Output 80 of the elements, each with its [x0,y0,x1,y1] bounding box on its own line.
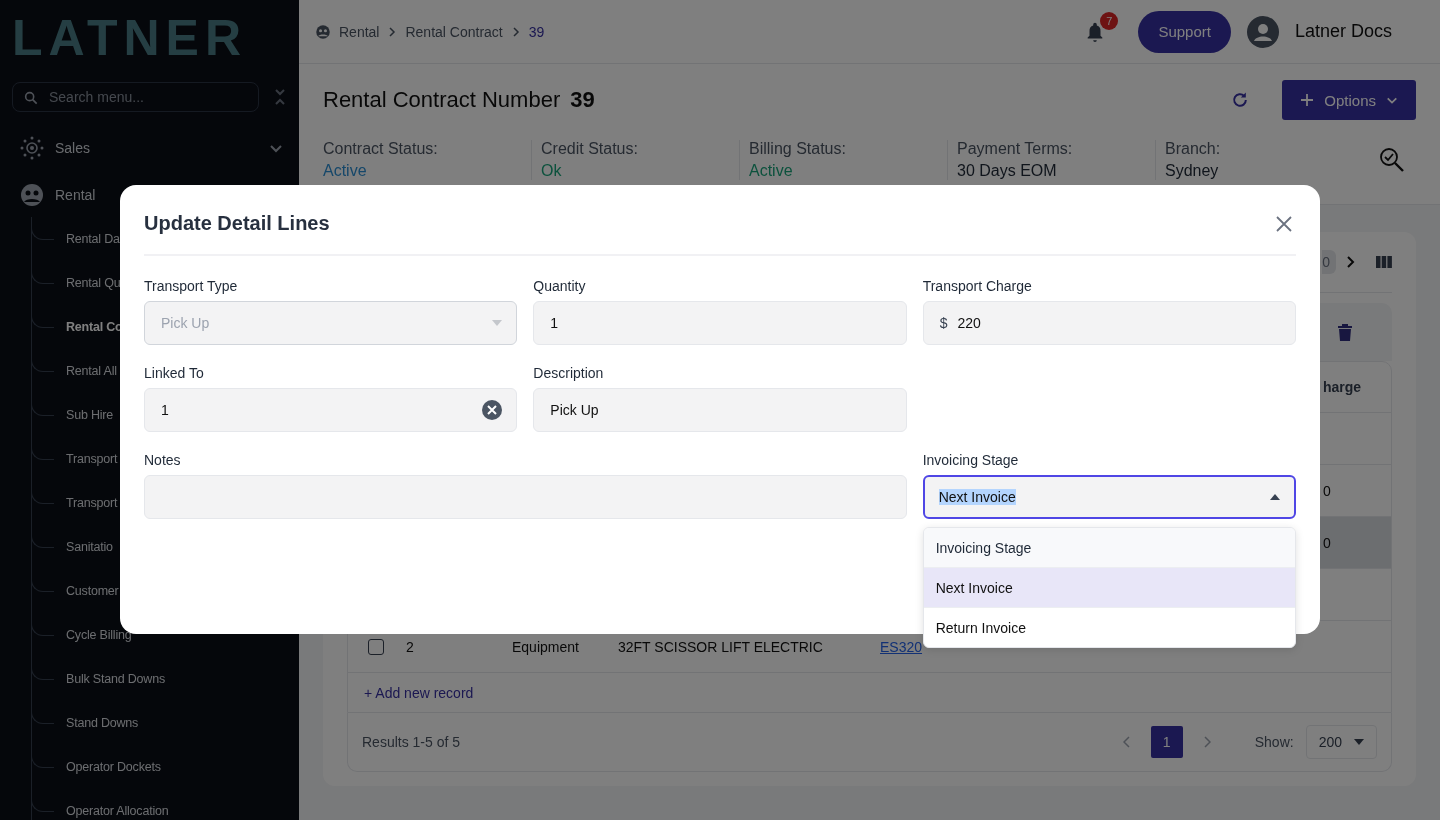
field-label: Transport Charge [922,278,1033,294]
table-cell: 2 [406,638,414,655]
input-field[interactable]: Pick Up [533,388,907,432]
sidebar-item[interactable]: Sub Hire [66,408,114,422]
notification-badge: 7 [1100,11,1119,30]
dropdown-option[interactable]: Invoicing Stage [923,528,1295,568]
sidebar-item[interactable]: Customer [66,584,119,598]
chevron-right-icon[interactable] [1346,255,1356,269]
input-field[interactable]: $ 220 [922,301,1296,345]
field-label: Invoicing Stage [922,452,1020,468]
page-chip: 0 [1322,250,1336,274]
sidebar-item[interactable]: Rental All [66,364,117,378]
network-icon [19,134,45,161]
sidebar-item[interactable]: Operator Allocation [66,804,169,818]
status-label: Branch: [1165,140,1222,158]
field-label: Quantity [533,278,587,294]
select-field[interactable]: Next Invoice [922,475,1296,519]
sidebar-group[interactable]: Sales [12,125,287,170]
search-field[interactable]: Search menu... [12,82,259,112]
sidebar-item[interactable]: Transport [66,452,118,466]
checkbox[interactable] [368,639,384,656]
results-text: Results 1-5 of 5 [362,734,461,750]
breadcrumb-link[interactable]: Rental [339,23,380,40]
field-label: Description [533,365,605,381]
status-label: Contract Status: [323,140,439,158]
field-label: Transport Type [144,278,239,294]
search-icon [23,90,39,106]
sidebar-item[interactable]: Rental Da [66,232,120,246]
search-check-icon[interactable] [1378,146,1406,174]
sidebar-item[interactable]: Cycle Billing [66,628,132,642]
plus-icon [1300,93,1315,107]
table-cell: 32FT SCISSOR LIFT ELECTRIC [618,638,823,655]
status-label: Credit Status: [541,140,639,158]
status-value: Active [323,162,367,180]
clear-icon[interactable] [482,400,503,420]
column-header: harge [1323,379,1363,395]
sidebar-item[interactable]: Sanitatio [66,540,113,554]
input-field[interactable]: 1 [144,388,518,432]
field-label: Notes [144,452,182,468]
breadcrumb-link[interactable]: 39 [528,23,545,40]
caret-up-icon [1270,494,1280,500]
table-cell: 0 [1323,534,1331,551]
page-title: Rental Contract Number [323,87,561,113]
columns-icon[interactable] [1376,255,1392,269]
user-name[interactable]: Latner Docs [1294,21,1392,42]
breadcrumb-link[interactable]: Rental Contract [405,23,503,40]
notes-field[interactable] [144,475,907,519]
options-button[interactable]: Options [1282,80,1416,120]
status-value: Sydney [1165,162,1219,180]
chevron-right-icon [387,26,398,37]
contract-number: 39 [570,87,595,113]
sidebar-item[interactable]: Operator Dockets [66,760,161,774]
field-label: Linked To [144,365,205,381]
avatar-icon[interactable] [1246,15,1279,48]
support-button[interactable]: Support [1138,10,1231,53]
logo: LATNER [12,9,248,68]
status-label: Payment Terms: [957,140,1074,158]
trash-icon[interactable] [1338,323,1352,341]
table-cell: 0 [1323,482,1331,499]
show-label: Show: [1254,734,1294,750]
table-cell: Equipment [512,638,579,655]
status-value: Active [749,162,793,180]
status-label: Billing Status: [749,140,847,158]
sidebar-item[interactable]: Rental Qu [66,276,121,290]
status-value: Ok [541,162,562,180]
caret-down-icon [1354,739,1364,745]
dropdown-option[interactable]: Next Invoice [923,568,1295,608]
page-button[interactable]: 1 [1150,726,1183,758]
caret-down-icon [492,320,503,326]
sidebar-item[interactable]: Bulk Stand Downs [66,672,165,686]
page-size-select[interactable]: 200 [1305,725,1377,759]
status-value: 30 Days EOM [957,162,1057,180]
sidebar-item[interactable]: Transport [66,496,118,510]
chevron-right-icon [510,26,521,37]
modal-title: Update Detail Lines [144,212,330,235]
close-icon[interactable] [1276,215,1292,232]
input-field[interactable]: 1 [533,301,907,345]
code-link[interactable]: ES320 [880,638,923,655]
add-record-link[interactable]: + Add new record [364,684,474,701]
sidebar-item[interactable]: Stand Downs [66,716,139,730]
